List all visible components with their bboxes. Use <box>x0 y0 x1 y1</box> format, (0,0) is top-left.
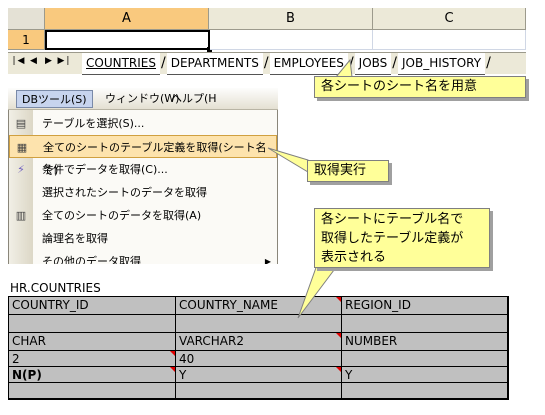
row-header-1[interactable]: 1 <box>8 30 45 50</box>
table-cell[interactable]: COUNTRY_NAME <box>176 297 342 315</box>
table-cell[interactable]: Y <box>176 367 342 383</box>
column-header-a[interactable]: A <box>45 8 209 30</box>
table-cell[interactable]: VARCHAR2 <box>176 333 342 351</box>
filter-icon: ⚡ <box>17 163 25 176</box>
menu-item-label: 全てのシートのデータを取得(A) <box>42 209 202 222</box>
first-sheet-icon[interactable]: |◀ <box>12 56 27 66</box>
dropdown-menu: ▤ テーブルを選択(S)... ▦ 全てのシートのテーブル定義を取得(シート名で… <box>8 110 278 264</box>
select-all-corner[interactable] <box>8 8 45 30</box>
table-cell[interactable]: REGION_ID <box>342 297 508 315</box>
table-cell[interactable] <box>9 383 176 399</box>
grid-row-1: 1 <box>8 30 526 52</box>
menu-item-label: テーブルを選択(S)... <box>42 117 145 130</box>
cell-b1[interactable] <box>210 30 373 50</box>
table-title: HR.COUNTRIES <box>10 281 101 295</box>
cell-a1[interactable] <box>45 30 212 52</box>
table-cell[interactable] <box>176 383 342 399</box>
menu-item-get-logical-names[interactable]: 論理名を取得 <box>9 227 277 250</box>
menu-item-label: その他のデータ取得 <box>42 255 141 264</box>
tab-separator: / <box>392 55 397 71</box>
table-cell[interactable]: Y <box>342 367 508 383</box>
menubar-db-tool[interactable]: DBツール(S) <box>16 90 93 108</box>
menu-item-get-all-definitions[interactable]: ▦ 全てのシートのテーブル定義を取得(シート名で) <box>9 135 277 177</box>
sheet-tab-jobs[interactable]: JOBS <box>354 53 392 75</box>
next-sheet-icon[interactable]: ▶ <box>42 56 57 66</box>
table-cell[interactable] <box>176 315 342 333</box>
menu-item-other-data[interactable]: その他のデータ取得 ▶ <box>9 250 277 264</box>
column-header-b[interactable]: B <box>209 8 373 30</box>
table-cell[interactable]: NUMBER <box>342 333 508 351</box>
table-cell[interactable] <box>342 383 508 399</box>
tab-separator: / <box>486 55 491 71</box>
sheet-tab-job-history[interactable]: JOB_HISTORY <box>398 53 486 75</box>
last-sheet-icon[interactable]: ▶| <box>57 56 72 66</box>
menubar-help[interactable]: ヘルプ(H <box>166 90 222 108</box>
sheet-tab-departments[interactable]: DEPARTMENTS <box>166 53 263 75</box>
menu-item-label: 選択されたシートのデータを取得 <box>42 186 207 199</box>
table-cell[interactable]: 40 <box>176 351 342 367</box>
callout-execute: 取得実行 <box>307 160 389 182</box>
tab-separator: / <box>263 55 269 71</box>
tab-separator: / <box>161 55 166 71</box>
callout-definition-shown: 各シートにテーブル名で 取得したテーブル定義が 表示される <box>314 208 490 268</box>
table-cell[interactable] <box>342 315 508 333</box>
cell-c1[interactable] <box>373 30 526 50</box>
callout-line: 表示される <box>321 250 387 265</box>
callout-sheet-names: 各シートのシート名を用意 <box>314 76 526 98</box>
grid-icon: ▦ <box>16 141 28 154</box>
table-definition-grid: COUNTRY_ID COUNTRY_NAME REGION_ID CHAR V… <box>8 296 509 400</box>
table-cell[interactable]: N(P) <box>9 367 176 383</box>
menu-item-get-selected-sheet-data[interactable]: 選択されたシートのデータを取得 <box>9 181 277 204</box>
table-select-icon: ▤ <box>15 117 27 130</box>
menu-item-get-data-by-condition[interactable]: ⚡ 条件でデータを取得(C)... <box>9 158 277 181</box>
tab-separator: / <box>348 55 354 71</box>
menu-item-label: 条件でデータを取得(C)... <box>42 163 168 176</box>
menu-bar: DBツール(S) ウィンドウ(W) ヘルプ(H <box>8 88 278 110</box>
sheet-tabs: COUNTRIES / DEPARTMENTS / EMPLOYEES / JO… <box>82 53 492 75</box>
db-tool-menu-panel: DBツール(S) ウィンドウ(W) ヘルプ(H ▤ テーブルを選択(S)... … <box>8 88 278 264</box>
table-cell[interactable]: COUNTRY_ID <box>9 297 176 315</box>
menu-item-select-table[interactable]: ▤ テーブルを選択(S)... <box>9 112 277 135</box>
callout-line: 各シートにテーブル名で <box>321 212 464 227</box>
column-header-c[interactable]: C <box>373 8 526 30</box>
sheet-tab-countries[interactable]: COUNTRIES <box>82 53 160 75</box>
callout-line: 取得したテーブル定義が <box>321 231 464 246</box>
menu-item-label: 論理名を取得 <box>42 232 108 245</box>
sheet-nav-buttons: |◀ ◀ ▶ ▶| <box>12 56 82 72</box>
sheets-icon: ▥ <box>15 209 27 222</box>
submenu-arrow-icon: ▶ <box>264 257 271 264</box>
spreadsheet-grid: A B C 1 |◀ ◀ ▶ ▶| COUNTRIES / DEPARTMENTS /… <box>8 8 526 76</box>
column-header-row: A B C <box>8 8 526 30</box>
table-cell[interactable] <box>342 351 508 367</box>
sheet-tab-employees[interactable]: EMPLOYEES <box>269 53 348 75</box>
prev-sheet-icon[interactable]: ◀ <box>27 56 42 66</box>
table-cell[interactable] <box>9 315 176 333</box>
menu-item-get-all-sheet-data[interactable]: ▥ 全てのシートのデータを取得(A) <box>9 204 277 227</box>
sheet-tab-bar: |◀ ◀ ▶ ▶| COUNTRIES / DEPARTMENTS / EMPLOYE… <box>8 52 526 75</box>
table-cell[interactable]: 2 <box>9 351 176 367</box>
table-cell[interactable]: CHAR <box>9 333 176 351</box>
